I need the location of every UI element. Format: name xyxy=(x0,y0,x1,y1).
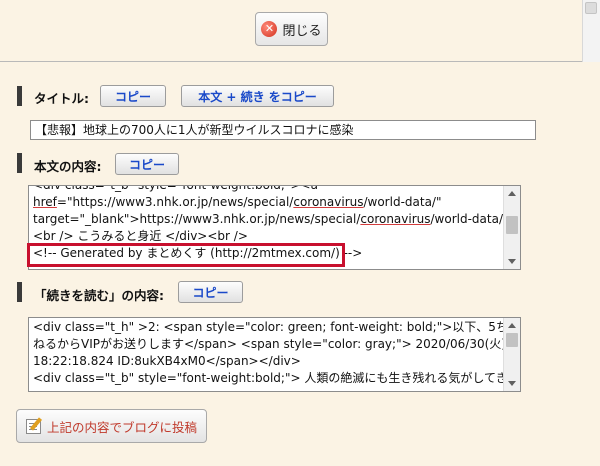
continue-line: <div class="t_b" style="font-weight:bold… xyxy=(33,371,503,385)
copy-continue-button[interactable]: コピー xyxy=(178,281,243,303)
title-label: タイトル: xyxy=(34,91,89,106)
continue-textarea-scrollbar[interactable] xyxy=(503,318,520,391)
section-marker xyxy=(17,282,22,302)
close-button[interactable]: ✕ 閉じる xyxy=(255,12,328,46)
highlight-box xyxy=(27,243,345,267)
window-scrollbar[interactable] xyxy=(582,0,600,62)
body-line-part: coronavirus xyxy=(293,195,364,209)
continue-scroll-thumb[interactable] xyxy=(506,333,518,347)
body-label: 本文の内容: xyxy=(34,159,102,174)
body-line-part: ="https://www3.nhk.or.jp/news/special/ xyxy=(56,195,294,209)
body-line-part: coronavirus xyxy=(360,212,431,226)
scroll-down-icon[interactable] xyxy=(508,259,516,264)
copy-body-button[interactable]: コピー xyxy=(115,153,179,175)
close-button-label: 閉じる xyxy=(282,23,322,39)
window-scrollbar-thumb[interactable] xyxy=(585,2,597,14)
body-textarea-scrollbar[interactable] xyxy=(503,186,520,269)
scroll-down-icon[interactable] xyxy=(508,381,516,386)
toolbar: ✕ 閉じる xyxy=(0,0,600,62)
scroll-up-icon[interactable] xyxy=(508,191,516,196)
post-to-blog-button[interactable]: 上記の内容でブログに投稿 xyxy=(16,409,207,443)
post-to-blog-label: 上記の内容でブログに投稿 xyxy=(46,419,197,435)
body-line-part: /world-data/" xyxy=(363,195,442,209)
body-line: <div class="t_b" style="font-weight:bold… xyxy=(33,185,318,192)
continue-textarea-content: <div class="t_h" >2: <span style="color:… xyxy=(29,319,503,391)
continue-line: <div class="t_h" >2: <span style="color:… xyxy=(33,320,503,334)
title-input[interactable]: 【悲報】地球上の700人に1人が新型ウイルスコロナに感染 xyxy=(30,120,536,140)
body-scroll-thumb[interactable] xyxy=(506,216,518,234)
edit-note-icon xyxy=(25,418,41,434)
copy-body-and-continue-button[interactable]: 本文 + 続き をコピー xyxy=(181,85,334,107)
continue-line: 18:22:18.824 ID:8ukXB4xM0</span></div> xyxy=(33,354,301,368)
section-marker xyxy=(17,86,22,106)
body-line-part: /world-data/</a> xyxy=(430,212,503,226)
continue-textarea[interactable]: <div class="t_h" >2: <span style="color:… xyxy=(28,317,521,392)
body-line-part: target="_blank">https://www3.nhk.or.jp/n… xyxy=(33,212,361,226)
body-line: href="https://www3.nhk.or.jp/news/specia… xyxy=(33,194,499,211)
body-line: target="_blank">https://www3.nhk.or.jp/n… xyxy=(33,211,503,228)
section-marker xyxy=(17,153,22,173)
scroll-up-icon[interactable] xyxy=(508,323,516,328)
close-icon: ✕ xyxy=(261,21,278,37)
continue-line: ねるからVIPがお送りします</span> <span style="color… xyxy=(33,337,503,351)
continue-label: 「続きを読む」の内容: xyxy=(34,288,164,303)
body-line-part: href xyxy=(33,195,57,209)
copy-title-button[interactable]: コピー xyxy=(100,85,166,107)
